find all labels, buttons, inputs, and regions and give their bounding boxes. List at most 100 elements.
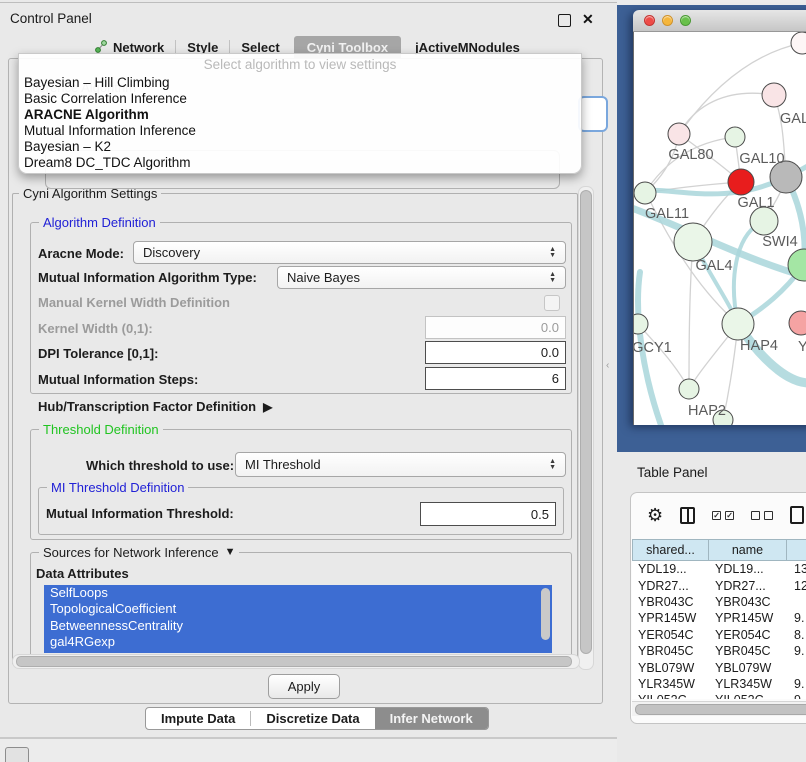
manual-kernel-checkbox[interactable] (544, 295, 560, 311)
table-cell: YDL19... (632, 562, 709, 576)
hub-definition-toggle[interactable]: Hub/Transcription Factor Definition ▶ (38, 399, 272, 414)
table-row[interactable]: YDR27...YDR27...12 (632, 577, 806, 593)
which-threshold-combo[interactable]: MI Threshold ▲▼ (235, 452, 566, 477)
network-node[interactable] (674, 223, 712, 261)
network-node[interactable] (679, 379, 699, 399)
data-attributes-list[interactable]: SelfLoopsTopologicalCoefficientBetweenne… (44, 585, 552, 653)
kernel-width-field[interactable]: 0.0 (425, 316, 566, 339)
data-attribute-item[interactable]: SelfLoops (44, 585, 552, 601)
table-cell: YDR27... (709, 579, 788, 593)
network-node[interactable] (722, 308, 754, 340)
mi-threshold-field[interactable]: 0.5 (420, 502, 556, 526)
network-node-label: GAL4 (695, 258, 732, 274)
close-window-icon[interactable] (644, 15, 655, 26)
table-cell: YIL052C (709, 693, 788, 699)
algorithm-option[interactable]: ARACNE Algorithm (22, 107, 581, 123)
network-node[interactable] (789, 311, 806, 335)
kernel-width-label: Kernel Width (0,1): (38, 321, 153, 336)
algorithm-options: Bayesian – Hill ClimbingBasic Correlatio… (19, 72, 581, 171)
table-cell: YER054C (632, 628, 709, 642)
network-node[interactable] (750, 207, 778, 235)
table-row[interactable]: YBR045CYBR045C9. (632, 643, 806, 659)
algorithm-option[interactable]: Bayesian – K2 (22, 139, 581, 155)
tab-infer-network[interactable]: Infer Network (375, 708, 488, 729)
network-node[interactable] (725, 127, 745, 147)
network-window: GALGAL80GAL10GAL1GAL11SWI4GAL4GCY1HAP4YH… (633, 10, 806, 424)
table-row[interactable]: YLR345WYLR345W9. (632, 676, 806, 692)
columns-icon[interactable] (680, 507, 695, 524)
group-title: MI Threshold Definition (47, 480, 188, 495)
table-row[interactable]: YDL19...YDL19...13 (632, 561, 806, 577)
column-header-clipped[interactable] (786, 539, 806, 561)
mi-type-label: Mutual Information Algorithm Type: (38, 270, 257, 285)
panel-splitter-handle[interactable]: ‹ (606, 360, 609, 371)
dpi-tolerance-field[interactable]: 0.0 (425, 341, 566, 364)
zoom-window-icon[interactable] (680, 15, 691, 26)
tab-impute-data[interactable]: Impute Data (146, 708, 250, 729)
unchecked-boxes-icon[interactable] (751, 511, 773, 520)
close-icon[interactable]: ✕ (582, 11, 594, 28)
which-threshold-label: Which threshold to use: (86, 458, 234, 473)
settings-horizontal-scrollbar[interactable] (12, 654, 580, 669)
network-node[interactable] (788, 249, 806, 281)
mi-steps-field[interactable]: 6 (425, 367, 566, 390)
table-cell: YDR27... (632, 579, 709, 593)
aracne-mode-label: Aracne Mode: (38, 246, 124, 261)
network-node[interactable] (728, 169, 754, 195)
table-row[interactable]: YPR145WYPR145W9. (632, 610, 806, 626)
minimize-window-icon[interactable] (662, 15, 673, 26)
network-node[interactable] (791, 32, 806, 54)
network-node[interactable] (634, 314, 648, 334)
data-attribute-item[interactable]: gal4RGexp (44, 634, 552, 650)
table-row[interactable]: YER054CYER054C8. (632, 627, 806, 643)
tab-discretize-data[interactable]: Discretize Data (251, 708, 374, 729)
manual-kernel-label: Manual Kernel Width Definition (38, 295, 230, 310)
table-cell: 8. (788, 628, 806, 642)
network-node-label: SWI4 (762, 234, 797, 250)
table-row[interactable]: YBR043CYBR043C (632, 594, 806, 610)
algorithm-option[interactable]: Bayesian – Hill Climbing (22, 75, 581, 91)
expand-right-icon: ▶ (263, 400, 272, 414)
table-header: shared... name (632, 539, 806, 561)
table-panel-body: ⚙ ✓✓ shared... name YDL19...YDL19...13Y (630, 492, 806, 724)
control-panel-top-border (0, 2, 617, 3)
table-panel-title: Table Panel (637, 465, 708, 480)
network-node[interactable] (634, 182, 656, 204)
network-node-label: GAL10 (739, 151, 784, 167)
aracne-mode-combo[interactable]: Discovery ▲▼ (133, 241, 566, 264)
algorithm-option[interactable]: Basic Correlation Inference (22, 91, 581, 107)
algorithm-option[interactable]: Dream8 DC_TDC Algorithm (22, 155, 581, 171)
stepper-arrows-icon: ▲▼ (549, 272, 556, 284)
checked-boxes-icon[interactable]: ✓✓ (712, 511, 734, 520)
column-header-shared-name[interactable]: shared... (632, 539, 709, 561)
function-builder-icon[interactable] (790, 506, 804, 524)
gear-icon[interactable]: ⚙ (647, 505, 663, 526)
network-window-titlebar[interactable] (633, 10, 806, 32)
apply-button[interactable]: Apply (268, 674, 340, 699)
minimized-panel-icon[interactable] (5, 747, 29, 762)
algorithm-option[interactable]: Mutual Information Inference (22, 123, 581, 139)
float-panel-button[interactable] (558, 14, 571, 27)
table-toolbar: ⚙ ✓✓ (631, 493, 806, 537)
data-attribute-item[interactable]: BetweennessCentrality (44, 618, 552, 634)
network-node-label: GCY1 (634, 340, 672, 356)
dpi-tolerance-label: DPI Tolerance [0,1]: (38, 346, 158, 361)
network-graph: GALGAL80GAL10GAL1GAL11SWI4GAL4GCY1HAP4YH… (634, 32, 806, 425)
network-node-label: GAL1 (737, 195, 774, 211)
table-cell: YBR043C (632, 595, 709, 609)
network-node[interactable] (762, 83, 786, 107)
column-header-name[interactable]: name (708, 539, 787, 561)
table-row[interactable]: YIL052CYIL052C9. (632, 692, 806, 699)
mi-type-combo[interactable]: Naive Bayes ▲▼ (277, 266, 566, 289)
network-node-label: HAP2 (688, 403, 726, 419)
table-horizontal-scrollbar[interactable] (632, 701, 806, 716)
table-row[interactable]: YBL079WYBL079W (632, 659, 806, 675)
settings-vertical-scrollbar[interactable] (578, 186, 594, 670)
data-attribute-item[interactable]: TopologicalCoefficient (44, 601, 552, 617)
list-scrollbar[interactable] (541, 588, 550, 640)
network-canvas[interactable]: GALGAL80GAL10GAL1GAL11SWI4GAL4GCY1HAP4YH… (633, 32, 806, 425)
table-cell: YBR045C (632, 644, 709, 658)
collapse-down-icon[interactable]: ▼ (225, 545, 236, 560)
network-node-label: GAL (780, 111, 806, 127)
network-node[interactable] (668, 123, 690, 145)
